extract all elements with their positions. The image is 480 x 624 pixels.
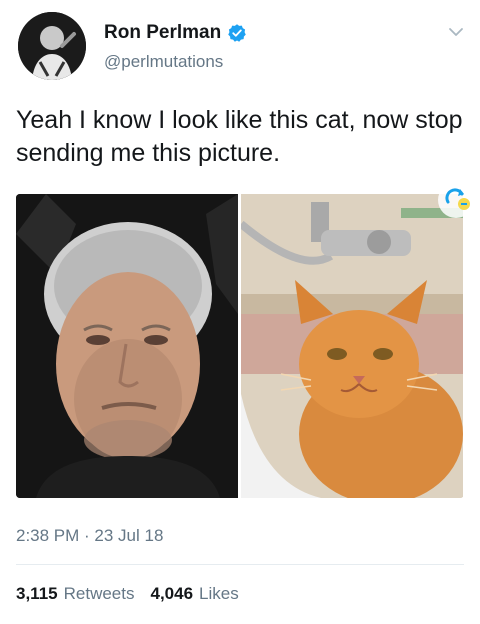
avatar-image — [18, 12, 86, 80]
author-name-row: Ron Perlman — [104, 22, 247, 44]
man-photo-illustration — [16, 194, 238, 498]
retweets-stat[interactable]: 3,115 Retweets — [16, 584, 134, 604]
media-photo-man[interactable] — [16, 194, 238, 498]
media-photo-cat[interactable] — [241, 194, 463, 498]
tweet-timestamp[interactable]: 2:38 PM · 23 Jul 18 — [16, 526, 163, 546]
likes-label: Likes — [199, 584, 239, 603]
verified-badge-icon — [228, 24, 246, 42]
tweet-card: Ron Perlman @perlmutations Yeah I know I… — [0, 0, 480, 624]
avatar[interactable] — [18, 12, 86, 80]
likes-count: 4,046 — [150, 584, 194, 603]
cat-photo-illustration — [241, 194, 463, 498]
author-name[interactable]: Ron Perlman — [104, 22, 221, 44]
tweet-stats: 3,115 Retweets 4,046 Likes — [16, 584, 239, 604]
divider — [16, 564, 464, 565]
retweets-count: 3,115 — [16, 584, 58, 603]
likes-stat[interactable]: 4,046 Likes — [150, 584, 238, 604]
retweets-label: Retweets — [63, 584, 135, 603]
tweet-media[interactable] — [16, 194, 464, 498]
retweet-badge-icon — [438, 182, 474, 218]
author-handle[interactable]: @perlmutations — [104, 52, 223, 72]
tweet-text: Yeah I know I look like this cat, now st… — [16, 106, 463, 167]
chevron-down-icon[interactable] — [448, 26, 464, 38]
